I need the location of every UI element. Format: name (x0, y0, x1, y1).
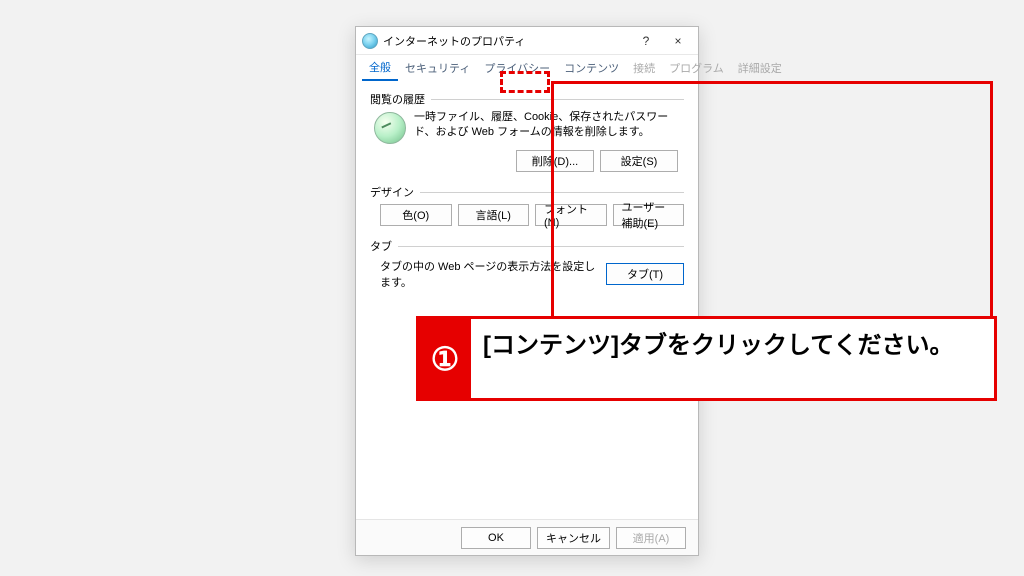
internet-properties-dialog: インターネットのプロパティ ? × 全般 セキュリティ プライバシー コンテンツ… (355, 26, 699, 556)
instruction-text: [コンテンツ]タブをクリックしてください。 (471, 319, 994, 398)
divider (420, 192, 684, 193)
group-title-history: 閲覧の履歴 (370, 91, 425, 107)
ok-button[interactable]: OK (461, 527, 531, 549)
help-button[interactable]: ? (630, 30, 662, 52)
history-icon (374, 112, 406, 144)
tabs-description: タブの中の Web ページの表示方法を設定します。 (370, 258, 596, 290)
tab-privacy[interactable]: プライバシー (477, 56, 557, 81)
tab-strip: 全般 セキュリティ プライバシー コンテンツ 接続 プログラム 詳細設定 (356, 55, 698, 81)
tab-general[interactable]: 全般 (362, 55, 398, 81)
group-title-tabs: タブ (370, 238, 392, 254)
fonts-button[interactable]: フォント(N) (535, 204, 607, 226)
close-button[interactable]: × (662, 30, 694, 52)
group-title-design: デザイン (370, 184, 414, 200)
group-tabs: タブ タブの中の Web ページの表示方法を設定します。 タブ(T) (370, 238, 684, 290)
dialog-title: インターネットのプロパティ (383, 33, 525, 49)
divider (398, 246, 684, 247)
group-browsing-history: 閲覧の履歴 一時ファイル、履歴、Cookie、保存されたパスワード、および We… (370, 91, 684, 172)
history-settings-button[interactable]: 設定(S) (600, 150, 678, 172)
dialog-button-bar: OK キャンセル 適用(A) (356, 519, 698, 555)
delete-button[interactable]: 削除(D)... (516, 150, 594, 172)
tab-security[interactable]: セキュリティ (398, 56, 477, 81)
group-design: デザイン 色(O) 言語(L) フォント(N) ユーザー補助(E) (370, 184, 684, 226)
accessibility-button[interactable]: ユーザー補助(E) (613, 204, 685, 226)
tab-content: 閲覧の履歴 一時ファイル、履歴、Cookie、保存されたパスワード、および We… (356, 81, 698, 290)
history-description: 一時ファイル、履歴、Cookie、保存されたパスワード、および Web フォーム… (414, 110, 684, 141)
divider (431, 99, 684, 100)
tab-connections[interactable]: 接続 (626, 56, 662, 81)
cancel-button[interactable]: キャンセル (537, 527, 610, 549)
tab-programs[interactable]: プログラム (662, 56, 731, 81)
languages-button[interactable]: 言語(L) (458, 204, 530, 226)
internet-icon (362, 33, 378, 49)
tab-contents[interactable]: コンテンツ (557, 56, 626, 81)
instruction-box: ① [コンテンツ]タブをクリックしてください。 (416, 316, 997, 401)
colors-button[interactable]: 色(O) (380, 204, 452, 226)
titlebar: インターネットのプロパティ ? × (356, 27, 698, 55)
step-number-badge: ① (419, 319, 471, 398)
apply-button[interactable]: 適用(A) (616, 527, 686, 549)
tabs-button[interactable]: タブ(T) (606, 263, 684, 285)
tab-advanced[interactable]: 詳細設定 (731, 56, 789, 81)
